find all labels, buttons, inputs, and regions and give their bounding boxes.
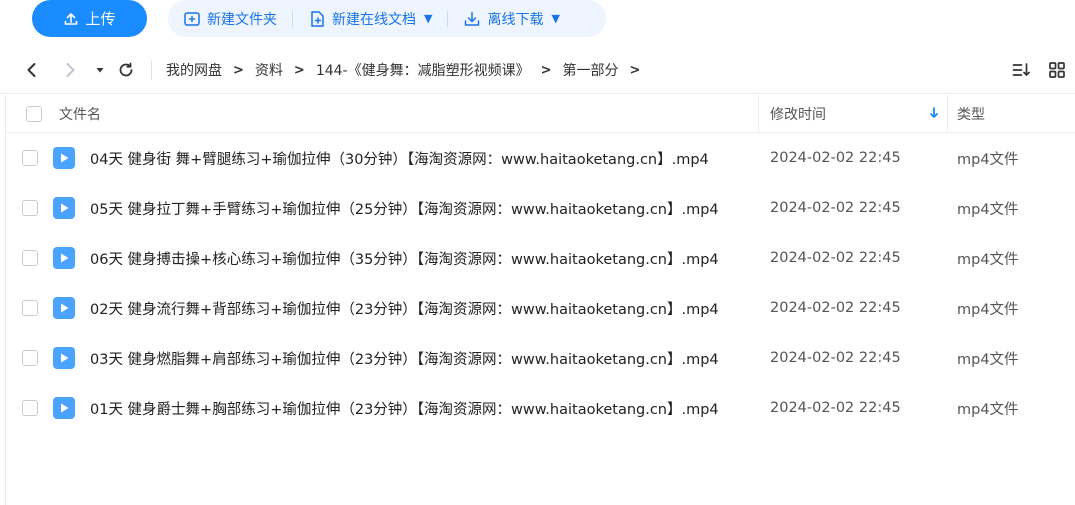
breadcrumb-separator-icon: > — [233, 62, 244, 78]
new-online-doc-button[interactable]: 新建在线文档 ▼ — [293, 0, 447, 37]
caret-down-icon — [96, 68, 104, 73]
file-modified-time: 2024-02-02 22:45 — [770, 300, 901, 316]
caret-down-icon: ▼ — [424, 12, 433, 25]
caret-down-icon: ▼ — [551, 12, 560, 25]
upload-button[interactable]: 上传 — [32, 0, 147, 37]
view-buttons — [1011, 60, 1067, 80]
column-header-name[interactable]: 文件名 — [59, 95, 101, 133]
video-file-icon — [53, 397, 75, 419]
action-group: 新建文件夹 新建在线文档 ▼ 离线下载 ▼ — [168, 0, 606, 37]
breadcrumb-item[interactable]: 第一部分 — [563, 60, 619, 80]
chevron-right-icon — [66, 63, 75, 77]
file-name[interactable]: 03天 健身燃脂舞+肩部练习+瑜伽拉伸（23分钟）【海淘资源网：www.hait… — [90, 333, 719, 383]
file-type: mp4文件 — [957, 251, 1019, 268]
play-icon — [61, 203, 69, 213]
play-icon — [61, 403, 69, 413]
row-checkbox[interactable] — [22, 400, 38, 416]
column-header-type[interactable]: 类型 — [957, 95, 985, 133]
breadcrumb-item[interactable]: 资料 — [255, 60, 283, 80]
new-folder-icon — [184, 11, 200, 26]
nav-divider — [151, 60, 152, 80]
file-name[interactable]: 01天 健身爵士舞+胸部练习+瑜伽拉伸（23分钟）【海淘资源网：www.hait… — [90, 383, 719, 433]
back-button[interactable] — [20, 58, 44, 82]
table-row[interactable]: 04天 健身街 舞+臂腿练习+瑜伽拉伸（30分钟）【海淘资源网：www.hait… — [6, 133, 1075, 183]
refresh-icon — [119, 62, 133, 77]
chevron-left-icon — [27, 63, 36, 77]
video-file-icon — [53, 197, 75, 219]
file-type: mp4文件 — [957, 351, 1019, 368]
select-all-cell — [26, 95, 42, 133]
row-checkbox[interactable] — [22, 200, 38, 216]
forward-button[interactable] — [58, 58, 82, 82]
download-icon — [465, 11, 480, 26]
table-row[interactable]: 05天 健身拉丁舞+手臂练习+瑜伽拉伸（25分钟）【海淘资源网：www.hait… — [6, 183, 1075, 233]
file-modified-time: 2024-02-02 22:45 — [770, 200, 901, 216]
file-modified-time: 2024-02-02 22:45 — [770, 250, 901, 266]
file-type: mp4文件 — [957, 401, 1019, 418]
file-modified-time: 2024-02-02 22:45 — [770, 400, 901, 416]
video-file-icon — [53, 297, 75, 319]
file-type: mp4文件 — [957, 301, 1019, 318]
file-name[interactable]: 06天 健身搏击操+核心练习+瑜伽拉伸（35分钟）【海淘资源网：www.hait… — [90, 233, 719, 283]
upload-icon — [65, 12, 78, 25]
file-name[interactable]: 02天 健身流行舞+背部练习+瑜伽拉伸（23分钟）【海淘资源网：www.hait… — [90, 283, 719, 333]
offline-download-label: 离线下载 — [487, 11, 544, 28]
breadcrumb-item[interactable]: 144-《健身舞：减脂塑形视频课》 — [316, 60, 530, 80]
file-type: mp4文件 — [957, 201, 1019, 218]
breadcrumb: 我的网盘 > 资料 > 144-《健身舞：减脂塑形视频课》 > 第一部分 > — [166, 46, 651, 94]
play-icon — [61, 303, 69, 313]
row-checkbox[interactable] — [22, 150, 38, 166]
column-divider — [758, 95, 759, 133]
grid-view-icon[interactable] — [1047, 60, 1067, 80]
table-row[interactable]: 01天 健身爵士舞+胸部练习+瑜伽拉伸（23分钟）【海淘资源网：www.hait… — [6, 383, 1075, 433]
table-row[interactable]: 02天 健身流行舞+背部练习+瑜伽拉伸（23分钟）【海淘资源网：www.hait… — [6, 283, 1075, 333]
toolbar: 上传 新建文件夹 新建在线文档 ▼ 离线下载 ▼ — [0, 0, 1075, 40]
breadcrumb-separator-icon: > — [540, 62, 552, 78]
row-checkbox[interactable] — [22, 300, 38, 316]
column-header-time[interactable]: 修改时间 — [770, 95, 826, 133]
play-icon — [61, 353, 69, 363]
new-folder-button[interactable]: 新建文件夹 — [168, 0, 292, 37]
play-icon — [61, 253, 69, 263]
refresh-button[interactable] — [114, 58, 138, 82]
new-doc-icon — [311, 10, 324, 27]
video-file-icon — [53, 147, 75, 169]
breadcrumb-separator-icon[interactable]: > — [630, 63, 641, 78]
select-all-checkbox[interactable] — [26, 106, 42, 122]
new-folder-label: 新建文件夹 — [207, 11, 277, 28]
history-dropdown-button[interactable] — [88, 58, 112, 82]
row-checkbox[interactable] — [22, 350, 38, 366]
file-name[interactable]: 04天 健身街 舞+臂腿练习+瑜伽拉伸（30分钟）【海淘资源网：www.hait… — [90, 133, 709, 183]
table-row[interactable]: 06天 健身搏击操+核心练习+瑜伽拉伸（35分钟）【海淘资源网：www.hait… — [6, 233, 1075, 283]
breadcrumb-separator-icon: > — [293, 62, 305, 78]
video-file-icon — [53, 347, 75, 369]
offline-download-button[interactable]: 离线下载 ▼ — [448, 0, 574, 37]
navbar: 我的网盘 > 资料 > 144-《健身舞：减脂塑形视频课》 > 第一部分 > — [0, 46, 1075, 94]
sort-arrow-down-icon[interactable] — [927, 105, 941, 121]
upload-label: 上传 — [85, 10, 116, 28]
table-row[interactable]: 03天 健身燃脂舞+肩部练习+瑜伽拉伸（23分钟）【海淘资源网：www.hait… — [6, 333, 1075, 383]
video-file-icon — [53, 247, 75, 269]
column-divider — [947, 95, 948, 133]
new-online-doc-label: 新建在线文档 — [332, 11, 416, 28]
file-modified-time: 2024-02-02 22:45 — [770, 150, 901, 166]
file-type: mp4文件 — [957, 151, 1019, 168]
file-modified-time: 2024-02-02 22:45 — [770, 350, 901, 366]
play-icon — [61, 153, 69, 163]
sort-list-icon[interactable] — [1011, 60, 1031, 80]
table-header: 文件名 修改时间 类型 — [6, 95, 1075, 133]
breadcrumb-item[interactable]: 我的网盘 — [166, 60, 222, 80]
file-name[interactable]: 05天 健身拉丁舞+手臂练习+瑜伽拉伸（25分钟）【海淘资源网：www.hait… — [90, 183, 719, 233]
row-checkbox[interactable] — [22, 250, 38, 266]
